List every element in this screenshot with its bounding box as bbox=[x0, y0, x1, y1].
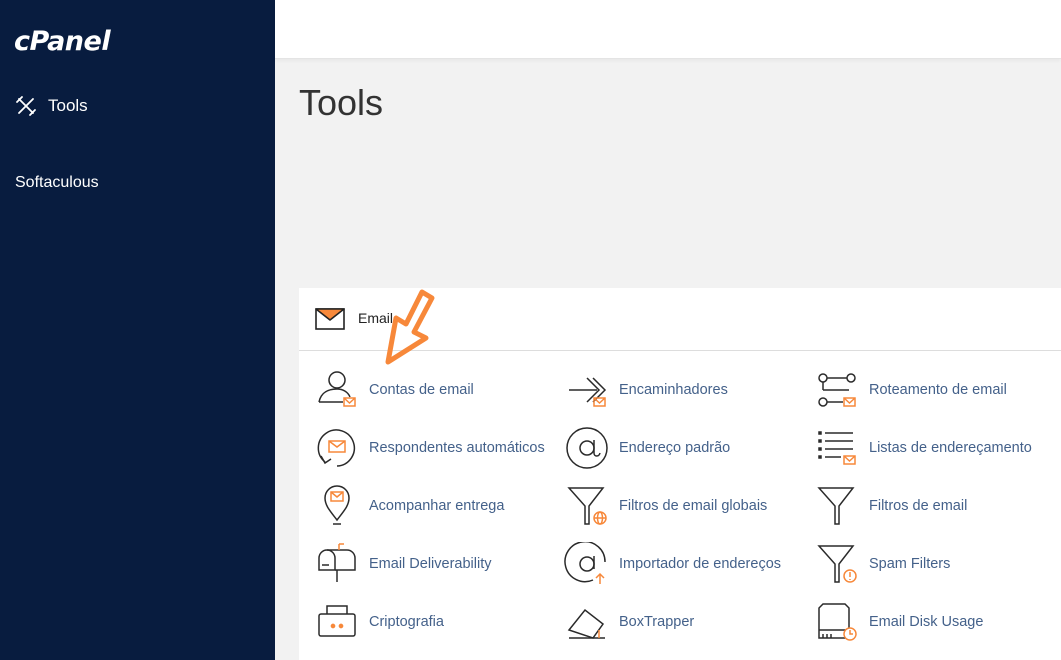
global-filters-icon bbox=[563, 484, 609, 528]
tool-label: Criptografia bbox=[369, 614, 444, 630]
tool-label: Contas de email bbox=[369, 382, 474, 398]
tool-endereco-padrao[interactable]: Endereço padrão bbox=[563, 426, 730, 470]
tool-label: Filtros de email globais bbox=[619, 498, 768, 514]
tool-label: Importador de endereços bbox=[619, 556, 782, 572]
track-delivery-icon bbox=[313, 484, 359, 528]
annotation-arrow-icon bbox=[384, 288, 436, 366]
cpanel-logo[interactable]: cPanel bbox=[14, 26, 111, 57]
disk-usage-icon bbox=[813, 600, 859, 644]
tool-importador-de-enderecos[interactable]: Importador de endereços bbox=[563, 542, 781, 586]
tool-email-deliverability[interactable]: Email Deliverability bbox=[313, 542, 491, 586]
default-address-icon bbox=[563, 426, 609, 470]
tool-label: Email Disk Usage bbox=[869, 614, 984, 630]
email-filters-icon bbox=[813, 484, 859, 528]
tool-listas-de-enderecamento[interactable]: Listas de endereçamento bbox=[813, 426, 1032, 470]
autoresponders-icon bbox=[313, 426, 359, 470]
encryption-icon bbox=[313, 600, 359, 644]
tool-label: Email Deliverability bbox=[369, 556, 492, 572]
tool-respondentes-automaticos[interactable]: Respondentes automáticos bbox=[313, 426, 545, 470]
tool-roteamento-de-email[interactable]: Roteamento de email bbox=[813, 368, 1007, 412]
envelope-icon bbox=[315, 308, 345, 330]
tool-label: Filtros de email bbox=[869, 498, 968, 514]
tool-contas-de-email[interactable]: Contas de email bbox=[313, 368, 474, 412]
tool-label: Roteamento de email bbox=[869, 382, 1007, 398]
forwarders-icon bbox=[563, 368, 609, 412]
tool-label: Acompanhar entrega bbox=[369, 498, 505, 514]
tool-criptografia[interactable]: Criptografia bbox=[313, 600, 444, 644]
tools-icon bbox=[15, 95, 37, 117]
sidebar-item-tools[interactable]: Tools bbox=[15, 94, 88, 118]
tool-label: Encaminhadores bbox=[619, 382, 728, 398]
sidebar-item-label: Tools bbox=[48, 96, 88, 115]
top-bar bbox=[275, 0, 1061, 59]
tool-boxtrapper[interactable]: BoxTrapper bbox=[563, 600, 694, 644]
tool-label: Endereço padrão bbox=[619, 440, 731, 456]
email-accounts-icon bbox=[313, 368, 359, 412]
tool-label: BoxTrapper bbox=[619, 614, 695, 630]
sidebar: cPanel Tools Softaculous bbox=[0, 0, 275, 660]
spam-filters-icon bbox=[813, 542, 859, 586]
tool-acompanhar-entrega[interactable]: Acompanhar entrega bbox=[313, 484, 504, 528]
tool-filtros-de-email-globais[interactable]: Filtros de email globais bbox=[563, 484, 767, 528]
tool-encaminhadores[interactable]: Encaminhadores bbox=[563, 368, 728, 412]
address-importer-icon bbox=[563, 542, 609, 586]
page-title: Tools bbox=[299, 82, 384, 123]
email-routing-icon bbox=[813, 368, 859, 412]
tool-label: Listas de endereçamento bbox=[869, 440, 1032, 456]
sidebar-item-softaculous[interactable]: Softaculous bbox=[15, 174, 99, 192]
boxtrapper-icon bbox=[563, 600, 609, 644]
tool-spam-filters[interactable]: Spam Filters bbox=[813, 542, 950, 586]
tool-label: Spam Filters bbox=[869, 556, 951, 572]
tool-filtros-de-email[interactable]: Filtros de email bbox=[813, 484, 967, 528]
tool-label: Respondentes automáticos bbox=[369, 440, 545, 456]
tool-email-disk-usage[interactable]: Email Disk Usage bbox=[813, 600, 983, 644]
mailbox-icon bbox=[313, 542, 359, 586]
mailing-lists-icon bbox=[813, 426, 859, 470]
